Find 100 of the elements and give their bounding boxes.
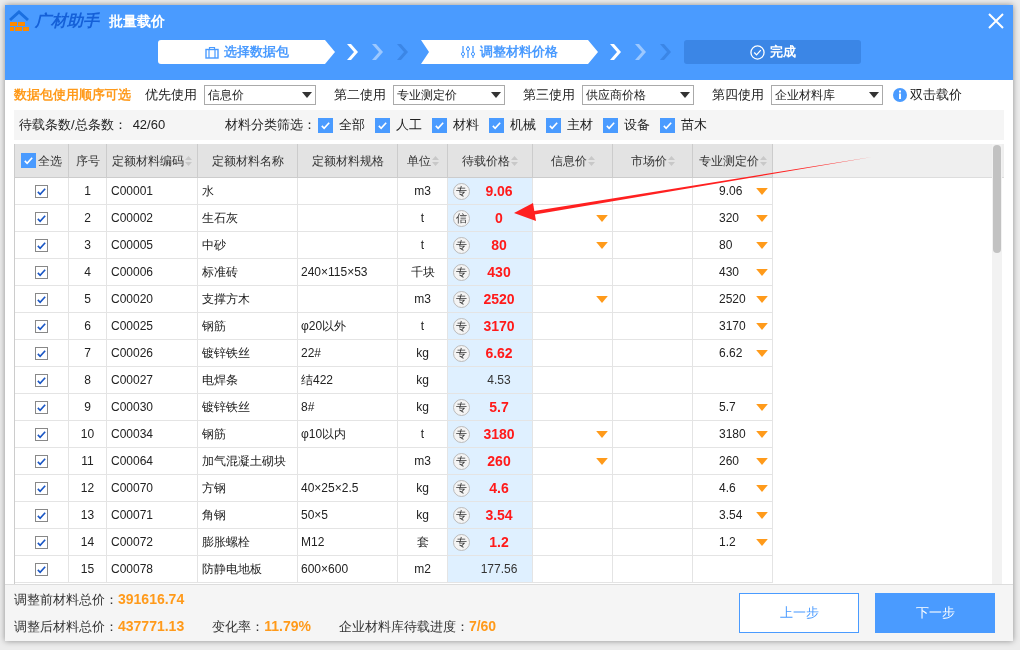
options-arrow-icon[interactable] bbox=[756, 188, 768, 195]
price-value: 430 bbox=[719, 264, 740, 281]
dropdown-arrow-icon[interactable] bbox=[491, 92, 501, 98]
filter-checkbox[interactable] bbox=[489, 117, 505, 133]
brand-name: 广材助手 bbox=[35, 11, 99, 31]
select-all-label[interactable]: 全选 bbox=[38, 151, 62, 170]
checkmark-icon bbox=[36, 266, 47, 278]
select-all-checkbox[interactable] bbox=[21, 153, 36, 168]
priority-label: 数据包使用顺序可选 bbox=[14, 86, 131, 105]
row-checkbox[interactable] bbox=[35, 481, 48, 495]
wizard-step: 完成 bbox=[684, 40, 861, 64]
table-cell: 钢筋 bbox=[198, 313, 298, 340]
dropdown-arrow-icon[interactable] bbox=[302, 92, 312, 98]
priority-select[interactable]: 信息价 bbox=[204, 85, 316, 105]
options-arrow-icon[interactable] bbox=[756, 404, 768, 411]
options-arrow-icon[interactable] bbox=[756, 539, 768, 546]
filter-option[interactable]: 苗木 bbox=[681, 115, 708, 135]
options-arrow-icon[interactable] bbox=[596, 430, 608, 438]
sliders-icon bbox=[461, 45, 475, 59]
table-cell: 12 bbox=[69, 475, 107, 502]
column-header[interactable]: 序号 bbox=[69, 144, 107, 177]
column-header[interactable]: 待载价格 bbox=[448, 144, 533, 177]
filter-checkbox[interactable] bbox=[318, 117, 334, 133]
filter-option[interactable]: 人工 bbox=[396, 115, 423, 135]
pending-price: 430 bbox=[486, 262, 512, 282]
table-cell: 3 bbox=[69, 232, 107, 259]
options-arrow-icon[interactable] bbox=[596, 214, 608, 222]
briefcase-icon bbox=[204, 45, 219, 59]
table-cell: C00030 bbox=[107, 394, 198, 421]
pending-price: 260 bbox=[486, 451, 512, 471]
column-header[interactable]: 信息价 bbox=[533, 144, 613, 177]
column-header[interactable]: 定额材料编码 bbox=[107, 144, 198, 177]
options-arrow-icon[interactable] bbox=[756, 242, 768, 249]
source-tag: 专 bbox=[453, 291, 470, 308]
checkmark-icon bbox=[36, 455, 47, 467]
filter-checkbox[interactable] bbox=[660, 117, 676, 133]
filter-label: 材料分类筛选： bbox=[225, 116, 317, 135]
filter-option[interactable]: 材料 bbox=[453, 115, 480, 135]
filter-option[interactable]: 主材 bbox=[567, 115, 594, 135]
options-arrow-icon[interactable] bbox=[756, 458, 768, 465]
options-arrow-icon[interactable] bbox=[756, 323, 768, 330]
row-checkbox[interactable] bbox=[35, 238, 48, 252]
table-cell: 8 bbox=[69, 367, 107, 394]
row-checkbox[interactable] bbox=[35, 400, 48, 414]
priority-select[interactable]: 供应商价格 bbox=[582, 85, 694, 105]
priority-select[interactable]: 专业测定价 bbox=[393, 85, 505, 105]
table-cell: C00071 bbox=[107, 502, 198, 529]
price-value: 5.7 bbox=[719, 399, 736, 416]
filter-checkbox[interactable] bbox=[603, 117, 619, 133]
column-header[interactable]: 定额材料规格 bbox=[298, 144, 398, 177]
options-arrow-icon[interactable] bbox=[596, 241, 608, 249]
dropdown-arrow-icon[interactable] bbox=[869, 92, 879, 98]
options-arrow-icon[interactable] bbox=[756, 269, 768, 276]
summary-value: 391616.74 bbox=[118, 590, 185, 609]
row-checkbox[interactable] bbox=[35, 211, 48, 225]
source-tag: 专 bbox=[453, 237, 470, 254]
row-checkbox[interactable] bbox=[35, 508, 48, 522]
table-cell: 240×115×53 bbox=[298, 259, 398, 286]
table-cell: 11 bbox=[69, 448, 107, 475]
row-checkbox[interactable] bbox=[35, 427, 48, 441]
scrollbar[interactable] bbox=[992, 144, 1002, 584]
filter-option[interactable]: 全部 bbox=[339, 115, 366, 135]
options-arrow-icon[interactable] bbox=[756, 431, 768, 438]
table-cell: 支撑方木 bbox=[198, 286, 298, 313]
filter-option[interactable]: 机械 bbox=[510, 115, 537, 135]
column-header[interactable]: 定额材料名称 bbox=[198, 144, 298, 177]
table-cell: 13 bbox=[69, 502, 107, 529]
filter-checkbox[interactable] bbox=[546, 117, 562, 133]
options-arrow-icon[interactable] bbox=[756, 512, 768, 519]
price-value: 80 bbox=[719, 237, 733, 254]
row-checkbox[interactable] bbox=[35, 535, 48, 549]
filter-checkbox[interactable] bbox=[432, 117, 448, 133]
options-arrow-icon[interactable] bbox=[756, 350, 768, 357]
options-arrow-icon[interactable] bbox=[756, 215, 768, 222]
row-checkbox[interactable] bbox=[35, 184, 48, 198]
row-checkbox[interactable] bbox=[35, 346, 48, 360]
priority-select[interactable]: 企业材料库 bbox=[771, 85, 883, 105]
row-checkbox[interactable] bbox=[35, 292, 48, 306]
row-checkbox[interactable] bbox=[35, 319, 48, 333]
column-header[interactable]: 市场价 bbox=[613, 144, 693, 177]
table-cell: 22# bbox=[298, 340, 398, 367]
filter-checkbox[interactable] bbox=[375, 117, 391, 133]
row-checkbox[interactable] bbox=[35, 454, 48, 468]
options-arrow-icon[interactable] bbox=[596, 295, 608, 303]
pending-price: 2520 bbox=[482, 289, 516, 309]
column-header[interactable]: 单位 bbox=[398, 144, 448, 177]
checkmark-icon bbox=[548, 119, 560, 131]
filter-option[interactable]: 设备 bbox=[624, 115, 651, 135]
row-checkbox[interactable] bbox=[35, 265, 48, 279]
table-cell: 标准砖 bbox=[198, 259, 298, 286]
dropdown-arrow-icon[interactable] bbox=[680, 92, 690, 98]
table-cell: C00001 bbox=[107, 178, 198, 205]
table-cell: 50×5 bbox=[298, 502, 398, 529]
options-arrow-icon[interactable] bbox=[756, 485, 768, 492]
checkmark-icon bbox=[36, 212, 47, 224]
table-cell: C00025 bbox=[107, 313, 198, 340]
row-checkbox[interactable] bbox=[35, 373, 48, 387]
options-arrow-icon[interactable] bbox=[596, 457, 608, 465]
options-arrow-icon[interactable] bbox=[756, 296, 768, 303]
row-checkbox[interactable] bbox=[35, 562, 48, 576]
